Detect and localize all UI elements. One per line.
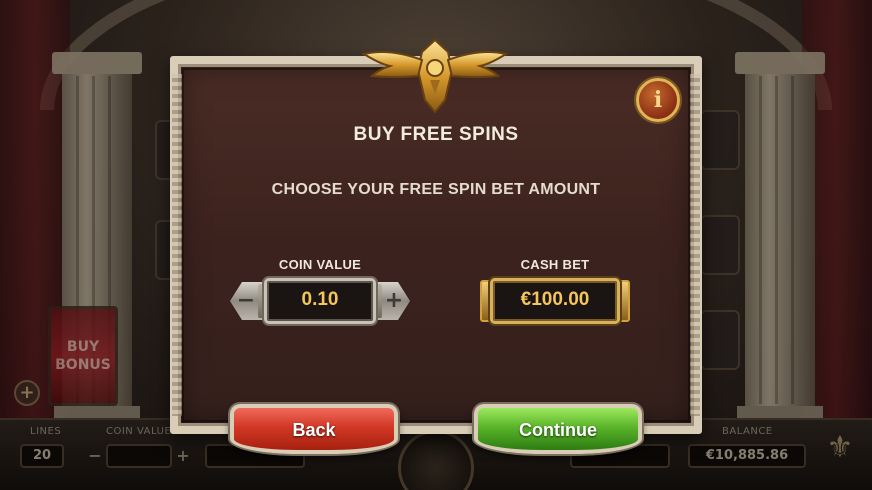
coin-value-display: 0.10 [264,278,376,324]
coin-value-label: COIN VALUE [278,257,362,272]
info-icon: i [653,87,663,113]
coin-value-stepper: − + 0.10 [230,276,410,326]
cash-bet-display: €100.00 [490,278,620,324]
coin-value-increase-button[interactable]: + [380,286,408,316]
cash-bet-label: CASH BET [520,257,590,272]
coin-value-decrease-button[interactable]: − [232,286,260,316]
info-button[interactable]: i [636,78,680,122]
stepper-bolt [376,284,382,318]
cash-bet-field: €100.00 [480,276,630,326]
back-button[interactable]: Back [230,404,398,454]
dialog-subtitle: CHOOSE YOUR FREE SPIN BET AMOUNT [271,181,601,198]
dialog-title: BUY FREE SPINS [353,124,519,145]
continue-button[interactable]: Continue [474,404,642,454]
golden-eagle-emblem-icon [361,38,509,114]
